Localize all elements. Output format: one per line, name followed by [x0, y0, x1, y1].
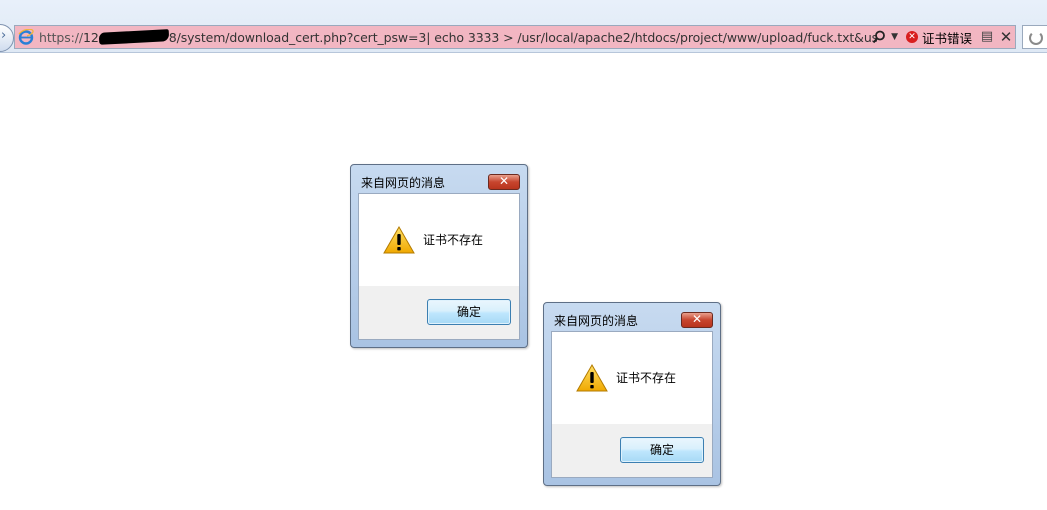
- alert-dialog-1: 来自网页的消息 ✕ 证书不存在 确定: [350, 164, 528, 348]
- ok-button[interactable]: 确定: [427, 299, 511, 325]
- warning-icon: [383, 226, 415, 254]
- dialog-body: 证书不存在 确定: [358, 193, 520, 340]
- dialog-message: 证书不存在: [616, 371, 677, 385]
- url-host-prefix: 12: [83, 30, 99, 45]
- address-bar[interactable]: https://12 8/system/download_cert.php?cer…: [14, 25, 1016, 49]
- stop-icon[interactable]: ✕: [999, 30, 1013, 45]
- address-bar-controls: ▼ ✕ 证书错误 ▤ ✕: [872, 28, 1013, 46]
- dialog-close-button[interactable]: ✕: [681, 312, 713, 328]
- url-host-suffix: 8: [168, 30, 177, 45]
- dialog-body: 证书不存在 确定: [551, 331, 713, 478]
- close-icon: ✕: [691, 312, 703, 326]
- url-scheme: https://: [39, 30, 84, 45]
- new-tab-stub[interactable]: [1022, 25, 1047, 49]
- redacted-host: [98, 29, 170, 45]
- warning-icon: [576, 364, 608, 392]
- dialog-message: 证书不存在: [423, 233, 484, 247]
- dialog-content: 证书不存在: [552, 332, 712, 424]
- dialog-title: 来自网页的消息: [361, 176, 446, 190]
- url-path: /system/download_cert.php?cert_psw=3| ec…: [176, 30, 877, 45]
- back-button[interactable]: ›: [0, 24, 14, 52]
- certificate-error-button[interactable]: ✕ 证书错误: [903, 28, 975, 47]
- dialog-close-button[interactable]: ✕: [488, 174, 520, 190]
- dialog-title: 来自网页的消息: [554, 314, 639, 328]
- ok-button[interactable]: 确定: [620, 437, 704, 463]
- url-text[interactable]: https://12 8/system/download_cert.php?cer…: [39, 29, 877, 46]
- error-icon: ✕: [905, 31, 918, 43]
- alert-dialog-2: 来自网页的消息 ✕ 证书不存在 确定: [543, 302, 721, 486]
- compat-view-icon[interactable]: ▤: [980, 30, 994, 44]
- dropdown-icon[interactable]: ▼: [891, 32, 898, 42]
- search-icon[interactable]: [872, 30, 886, 44]
- dialog-content: 证书不存在: [359, 194, 519, 286]
- browser-toolbar: › https://12 8/system/download_cert.php?c…: [0, 0, 1047, 53]
- back-arrow-icon: ›: [1, 28, 7, 43]
- close-icon: ✕: [498, 174, 510, 188]
- certificate-error-label: 证书错误: [921, 30, 972, 46]
- loading-icon: [1029, 31, 1043, 45]
- ie-page-icon: [18, 29, 34, 45]
